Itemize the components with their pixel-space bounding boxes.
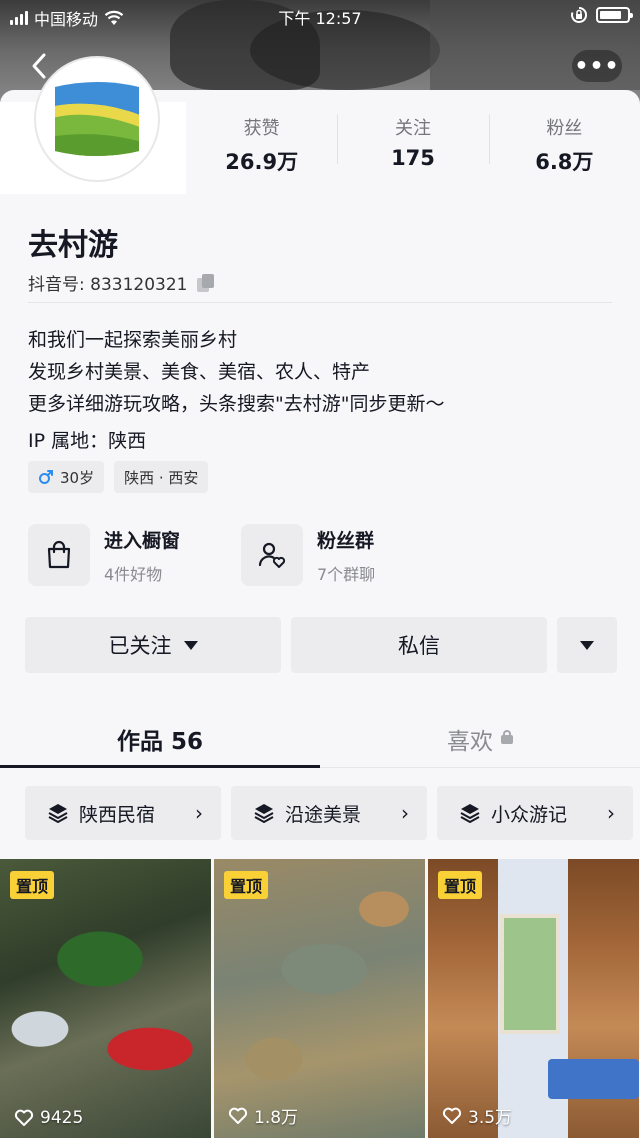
stats-row: 获赞 26.9万 关注 175 粉丝 6.8万: [186, 108, 640, 178]
tab-label: 作品 56: [116, 729, 203, 755]
profile-tags: 30岁 陕西 · 西安: [28, 461, 209, 493]
message-button[interactable]: 私信: [291, 617, 547, 673]
battery-icon: [596, 7, 633, 23]
bio: 和我们一起探索美丽乡村 发现乡村美景、美食、美宿、农人、特产 更多详细游玩攻略，…: [28, 324, 444, 420]
fan-group-icon: [241, 524, 303, 586]
video-likes-count: 3.5万: [468, 1108, 513, 1128]
collection-label: 小众游记: [491, 803, 568, 826]
copy-icon[interactable]: [197, 273, 215, 292]
age-label: 30岁: [60, 468, 95, 487]
pinned-badge: 置顶: [224, 871, 269, 899]
video-likes-count: 9425: [40, 1108, 84, 1128]
divider: [28, 302, 612, 303]
clock: 下午 12:57: [278, 9, 362, 28]
avatar[interactable]: [34, 56, 160, 182]
caret-down-icon: [580, 640, 594, 650]
following-label: 已关注: [108, 634, 172, 658]
pinned-badge: 置顶: [438, 871, 483, 899]
location-label: 陕西 · 西安: [124, 468, 199, 487]
fan-group-entry[interactable]: 粉丝群 7个群聊: [241, 524, 454, 586]
collection-item[interactable]: 沿途美景 ›: [231, 786, 427, 840]
location-tag: 陕西 · 西安: [114, 461, 209, 493]
video-thumbnail[interactable]: 置顶 9425: [0, 859, 211, 1138]
bio-line: 和我们一起探索美丽乡村: [28, 329, 238, 351]
douyin-id: 抖音号: 833120321: [28, 275, 188, 295]
entry-subtitle: 4件好物: [104, 564, 163, 584]
profile-name: 去村游: [28, 228, 118, 263]
stat-followers[interactable]: 粉丝 6.8万: [488, 108, 640, 178]
entry-row: 进入橱窗 4件好物 粉丝群 7个群聊: [28, 524, 454, 586]
lock-icon: [501, 730, 513, 744]
video-thumbnail[interactable]: 置顶 3.5万: [428, 859, 639, 1138]
chevron-right-icon: ›: [607, 801, 615, 825]
tab-works[interactable]: 作品 56: [0, 710, 320, 768]
tab-likes[interactable]: 喜欢: [320, 710, 640, 767]
layers-icon: [48, 804, 68, 823]
orientation-lock-icon: [571, 6, 588, 23]
chevron-right-icon: ›: [195, 801, 203, 825]
more-actions-button[interactable]: [557, 617, 617, 673]
chevron-left-icon: [32, 53, 46, 79]
heart-icon: [14, 1109, 34, 1126]
video-likes-count: 1.8万: [254, 1108, 299, 1128]
stat-following[interactable]: 关注 175: [337, 108, 488, 178]
stat-likes[interactable]: 获赞 26.9万: [186, 108, 337, 178]
video-likes: 1.8万: [228, 1103, 298, 1128]
douyin-id-row: 抖音号: 833120321: [28, 270, 215, 295]
heart-icon: [228, 1107, 248, 1124]
message-label: 私信: [398, 634, 440, 658]
entry-title: 进入橱窗: [104, 529, 181, 552]
entry-subtitle: 7个群聊: [317, 564, 376, 584]
avatar-logo-icon: [55, 82, 139, 156]
bio-line: 更多详细游玩攻略，头条搜索"去村游"同步更新～: [28, 393, 445, 415]
age-tag: 30岁: [28, 461, 105, 493]
stat-value: 26.9万: [225, 150, 299, 174]
pinned-badge: 置顶: [10, 871, 55, 899]
collection-item[interactable]: 陕西民宿 ›: [25, 786, 221, 840]
caret-down-icon: [183, 640, 198, 650]
stat-value: 6.8万: [535, 150, 594, 174]
video-likes: 9425: [14, 1108, 83, 1128]
action-buttons: 已关注 私信: [25, 617, 617, 673]
video-likes: 3.5万: [442, 1103, 512, 1128]
layers-icon: [254, 804, 274, 823]
video-grid: 置顶 9425 置顶 1.8万 置顶 3.5万: [0, 859, 640, 1138]
more-dots-icon: •••: [574, 53, 620, 79]
bio-line: 发现乡村美景、美食、美宿、农人、特产: [28, 361, 371, 383]
more-options-button[interactable]: •••: [572, 50, 622, 82]
content-tabs: 作品 56 喜欢: [0, 710, 640, 768]
stat-value: 175: [391, 146, 435, 170]
showcase-entry[interactable]: 进入橱窗 4件好物: [28, 524, 241, 586]
status-bar: 中国移动 下午 12:57: [0, 0, 640, 32]
collections-row: 陕西民宿 › 沿途美景 › 小众游记 ›: [25, 786, 633, 840]
male-icon: [39, 470, 53, 484]
stat-label: 关注: [394, 118, 431, 139]
ip-location: IP 属地：陕西: [28, 430, 147, 452]
entry-title: 粉丝群: [317, 529, 375, 552]
chevron-right-icon: ›: [401, 801, 409, 825]
following-button[interactable]: 已关注: [25, 617, 281, 673]
tab-label: 喜欢: [447, 729, 493, 755]
heart-icon: [442, 1107, 462, 1124]
video-thumbnail[interactable]: 置顶 1.8万: [214, 859, 425, 1138]
collection-label: 沿途美景: [285, 803, 362, 826]
stat-label: 获赞: [243, 118, 280, 139]
shopping-bag-icon: [28, 524, 90, 586]
collection-item[interactable]: 小众游记 ›: [437, 786, 633, 840]
stat-label: 粉丝: [546, 118, 583, 139]
collection-label: 陕西民宿: [79, 803, 156, 826]
layers-icon: [460, 804, 480, 823]
